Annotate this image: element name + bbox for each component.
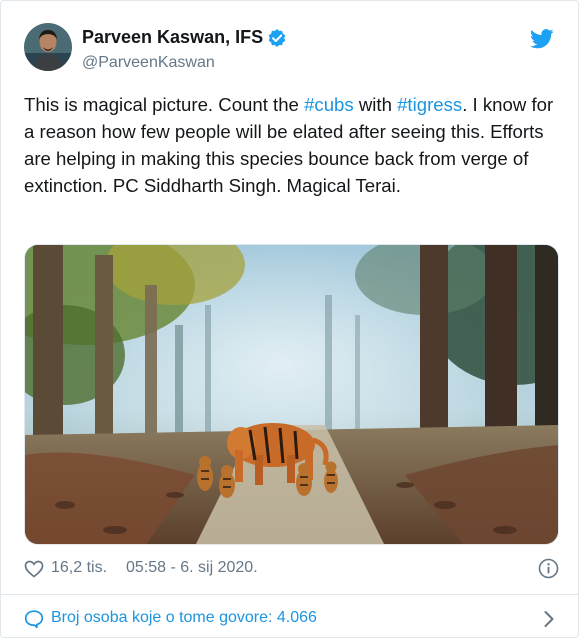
author-names: Parveen Kaswan, IFS @ParveenKaswan	[82, 27, 287, 72]
avatar[interactable]	[24, 23, 72, 71]
hashtag-cubs[interactable]: #cubs	[304, 94, 354, 115]
conversation-label: Broj osoba koje o tome govore: 4.066	[51, 609, 317, 626]
tweet-text-part: with	[353, 94, 398, 115]
tweet-card: Parveen Kaswan, IFS @ParveenKaswan This …	[0, 0, 579, 638]
like-count[interactable]: 16,2 tis.	[51, 559, 107, 577]
tweet-header: Parveen Kaswan, IFS @ParveenKaswan	[24, 23, 556, 73]
twitter-bird-icon[interactable]	[530, 29, 554, 49]
tweet-meta: 16,2 tis. 05:58 - 6. sij 2020.	[24, 557, 559, 581]
divider	[1, 594, 578, 595]
tweet-timestamp[interactable]: 05:58 - 6. sij 2020.	[126, 559, 258, 577]
hashtag-tigress[interactable]: #tigress	[397, 94, 462, 115]
tweet-photo[interactable]	[24, 244, 559, 545]
heart-icon[interactable]	[24, 559, 44, 579]
tweet-text: This is magical picture. Count the #cubs…	[24, 91, 559, 199]
verified-badge-icon	[267, 28, 287, 48]
tweet-text-part: This is magical picture. Count the	[24, 94, 305, 115]
conversation-link[interactable]: Broj osoba koje o tome govore: 4.066	[24, 607, 559, 631]
user-handle[interactable]: @ParveenKaswan	[82, 54, 287, 72]
info-icon[interactable]	[538, 558, 559, 579]
speech-bubble-icon	[24, 609, 44, 629]
display-name[interactable]: Parveen Kaswan, IFS	[82, 27, 263, 48]
chevron-right-icon[interactable]	[543, 610, 555, 628]
